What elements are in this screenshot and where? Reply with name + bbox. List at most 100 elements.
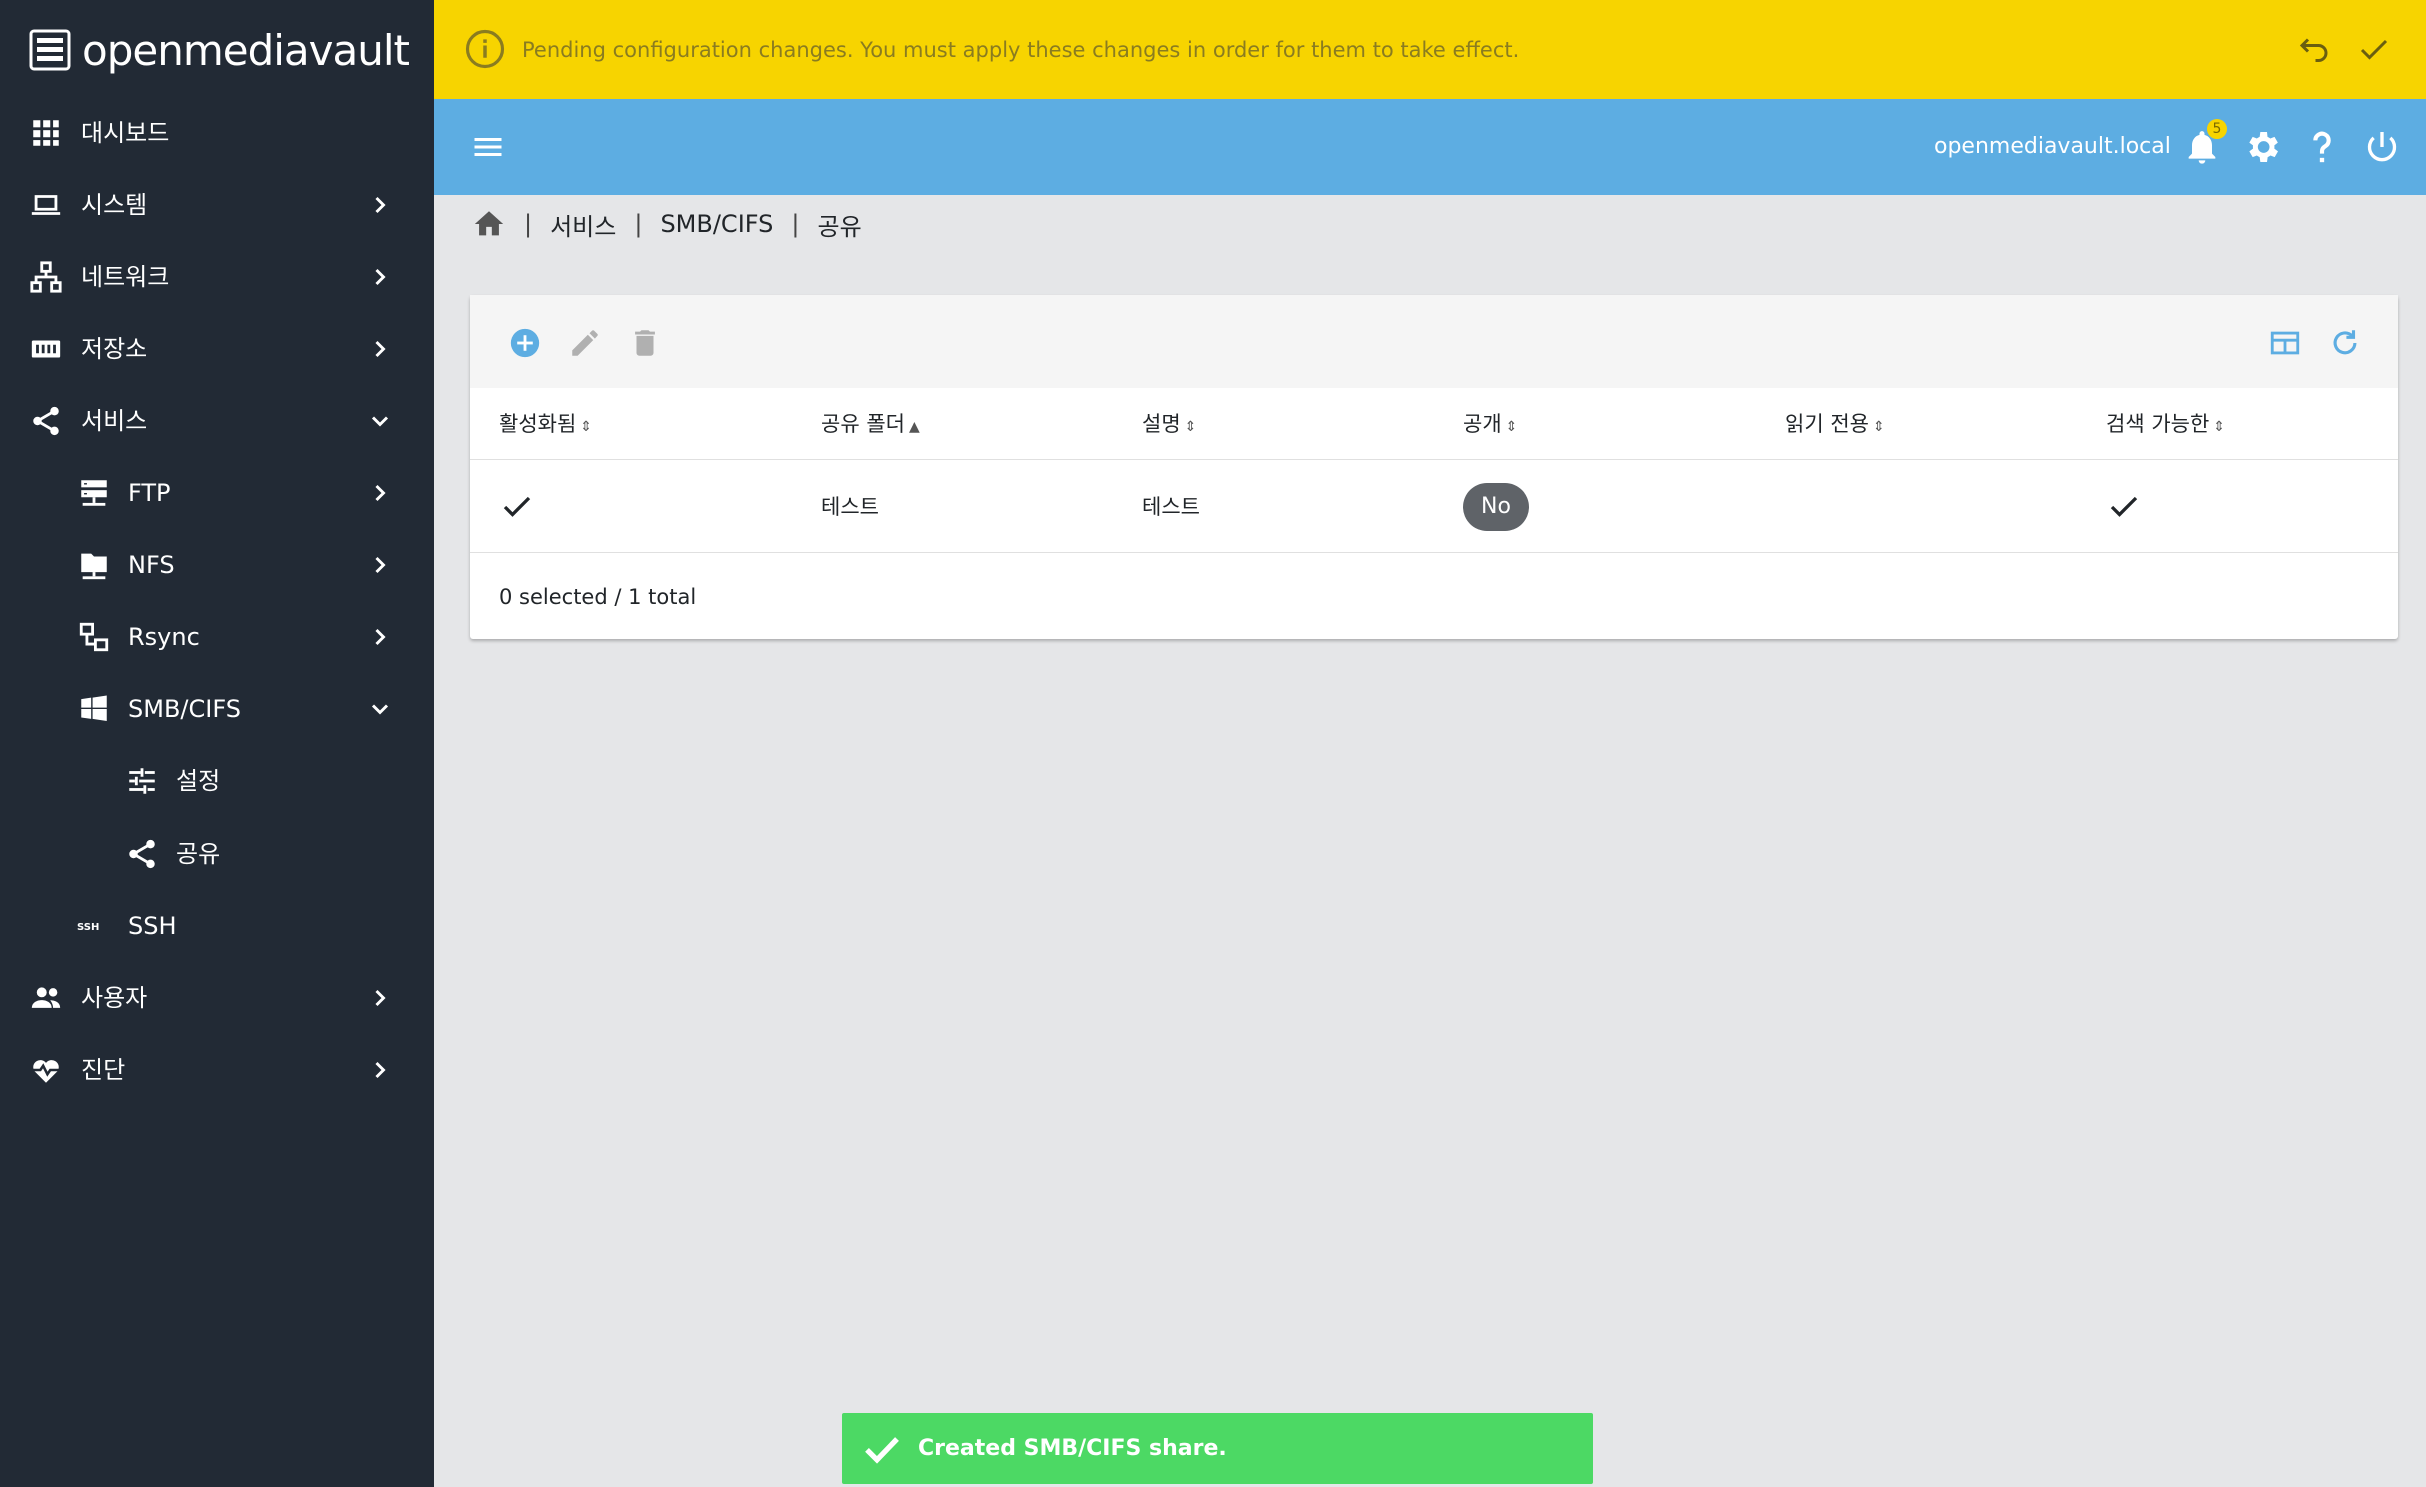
toast-message: Created SMB/CIFS share. [918,1436,1227,1461]
breadcrumb-separator: | [634,210,643,238]
sidebar-item-label: SSH [128,912,177,940]
chevron-right-icon [366,263,394,291]
chevron-right-icon [366,551,394,579]
breadcrumb: | 서비스 | SMB/CIFS | 공유 [472,205,862,243]
brand-logo[interactable]: openmediavault [28,22,410,78]
storage-icon [29,332,63,366]
share-icon [125,837,159,871]
banner-message: Pending configuration changes. You must … [522,38,1520,62]
delete-icon[interactable] [628,326,662,360]
power-icon[interactable] [2362,127,2402,167]
rsync-icon [77,620,111,654]
check-icon [503,496,531,517]
sidebar-item-label: FTP [128,479,171,507]
sidebar-item-smb-cifs[interactable]: SMB/CIFS [0,673,434,745]
svg-text:SSH: SSH [77,922,99,933]
chevron-right-icon [366,335,394,363]
chevron-right-icon [366,984,394,1012]
sidebar-item-label: 사용자 [81,984,148,1012]
check-icon [865,1437,899,1464]
undo-icon[interactable] [2296,32,2332,68]
server-icon [77,476,111,510]
help-icon[interactable] [2302,127,2342,167]
sidebar-item-network[interactable]: 네트워크 [0,241,434,313]
edit-icon[interactable] [568,326,602,360]
top-toolbar: openmediavault.local 5 [434,99,2426,195]
gear-icon[interactable] [2242,127,2282,167]
share-icon [29,404,63,438]
chevron-down-icon [366,695,394,723]
column-header-read-only[interactable]: 읽기 전용 ⇕ [1785,388,1885,463]
shares-table-card: 활성화됨 ⇕ 공유 폴더 ▲ 설명 ⇕ 공개 ⇕ 읽기 전용 ⇕ 검색 가능한 ⇕ 테스트 … [470,295,2398,639]
breadcrumb-item-shares: 공유 [817,212,862,241]
sidebar-item-label: 설정 [176,767,221,795]
breadcrumb-item-services[interactable]: 서비스 [550,207,616,242]
breadcrumb-item-smb-cifs[interactable]: SMB/CIFS [660,210,773,238]
breadcrumb-separator: | [791,210,800,238]
sidebar-item-rsync[interactable]: Rsync [0,601,434,673]
sidebar-item-nfs[interactable]: NFS [0,529,434,601]
dashboard-icon [29,116,63,150]
sidebar: openmediavault 대시보드 시스템 네트워크 저장소 서비스 FTP… [0,0,434,1487]
add-icon[interactable] [508,326,542,360]
sidebar-item-label: 공유 [176,840,221,868]
chevron-right-icon [366,191,394,219]
sidebar-item-label: SMB/CIFS [128,695,241,723]
table-columns-icon[interactable] [2268,326,2302,360]
column-header-shared-folder[interactable]: 공유 폴더 ▲ [821,388,920,463]
sidebar-item-services[interactable]: 서비스 [0,385,434,457]
folder-network-icon [77,548,111,582]
network-icon [29,260,63,294]
windows-icon [77,692,111,726]
info-icon [465,29,505,69]
sidebar-item-ssh[interactable]: SSH SSH [0,890,434,962]
chevron-right-icon [366,479,394,507]
sidebar-item-smb-settings[interactable]: 설정 [0,745,434,817]
table-toolbar [470,295,2398,388]
cell-description: 테스트 [1142,495,1200,519]
column-header-description[interactable]: 설명 ⇕ [1142,388,1196,463]
table-header: 활성화됨 ⇕ 공유 폴더 ▲ 설명 ⇕ 공개 ⇕ 읽기 전용 ⇕ 검색 가능한 ⇕ [470,388,2398,460]
sidebar-item-label: 저장소 [81,335,148,363]
brand-name: openmediavault [82,25,410,75]
sidebar-item-system[interactable]: 시스템 [0,169,434,241]
tune-icon [125,764,159,798]
sidebar-item-users[interactable]: 사용자 [0,962,434,1034]
selection-summary: 0 selected / 1 total [499,585,697,609]
sidebar-item-label: NFS [128,551,175,579]
pending-changes-banner: Pending configuration changes. You must … [434,0,2426,99]
sidebar-item-label: Rsync [128,623,200,651]
sidebar-item-storage[interactable]: 저장소 [0,313,434,385]
notification-badge: 5 [2207,119,2227,139]
sidebar-item-label: 시스템 [81,191,148,219]
cell-shared-folder: 테스트 [821,495,879,519]
sidebar-item-smb-shares[interactable]: 공유 [0,818,434,890]
chevron-down-icon [366,407,394,435]
public-status-badge: No [1463,483,1529,531]
sidebar-item-label: 네트워크 [81,263,170,291]
sidebar-item-label: 대시보드 [81,119,170,147]
sidebar-item-dashboard[interactable]: 대시보드 [0,97,434,169]
sidebar-item-label: 진단 [81,1056,126,1084]
users-icon [29,981,63,1015]
ssh-icon: SSH [77,909,111,943]
home-icon[interactable] [472,207,506,241]
sidebar-item-label: 서비스 [81,407,148,435]
check-icon[interactable] [2356,32,2392,68]
success-toast[interactable]: Created SMB/CIFS share. [842,1413,1593,1484]
refresh-icon[interactable] [2328,326,2362,360]
sidebar-item-diagnostics[interactable]: 진단 [0,1034,434,1106]
menu-icon[interactable] [470,129,506,165]
openmediavault-logo-icon [29,29,71,71]
check-icon [2110,496,2138,517]
breadcrumb-separator: | [524,210,533,238]
column-header-browseable[interactable]: 검색 가능한 ⇕ [2106,388,2225,463]
table-row[interactable]: 테스트 테스트 No [470,461,2398,553]
heart-pulse-icon [29,1053,63,1087]
laptop-icon [29,188,63,222]
hostname: openmediavault.local [1934,134,2171,159]
column-header-public[interactable]: 공개 ⇕ [1463,388,1517,463]
column-header-enabled[interactable]: 활성화됨 ⇕ [499,388,592,463]
sidebar-item-ftp[interactable]: FTP [0,457,434,529]
chevron-right-icon [366,623,394,651]
